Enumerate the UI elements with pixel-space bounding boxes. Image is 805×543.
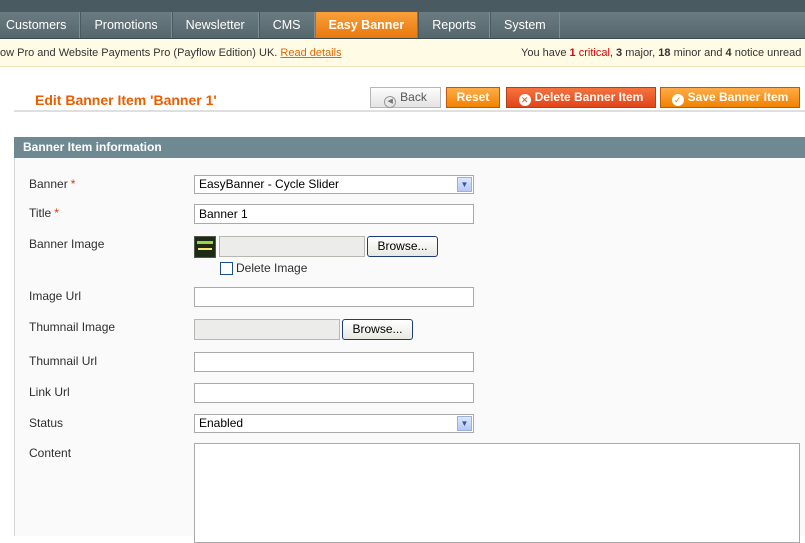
banner-select[interactable]: EasyBanner - Cycle Slider ▼ [194, 175, 474, 194]
image-url-label: Image Url [29, 289, 82, 303]
nav-item-easy-banner[interactable]: Easy Banner [314, 12, 419, 38]
thumbnail-image-label: Thumnail Image [29, 320, 116, 334]
back-arrow-icon: ◀ [384, 96, 397, 108]
fieldset-header: Banner Item information [14, 137, 805, 158]
nav-item-cms[interactable]: CMS [258, 12, 315, 38]
title-label: Title * [29, 206, 59, 220]
critical-label: critical [578, 47, 610, 59]
nav-item-newsletter[interactable]: Newsletter [171, 12, 259, 38]
save-banner-item-button[interactable]: ✓ Save Banner Item [660, 87, 800, 108]
delete-button-label: Delete Banner Item [534, 90, 644, 104]
back-button[interactable]: ◀ Back [370, 87, 441, 108]
minor-count: 18 [658, 47, 671, 59]
thumbnail-url-label: Thumnail Url [29, 354, 98, 368]
notice-count: 4 [725, 47, 732, 59]
nav-item-system[interactable]: System [490, 12, 560, 38]
reset-button[interactable]: Reset [446, 87, 500, 108]
banner-select-value: EasyBanner - Cycle Slider [199, 177, 340, 191]
chevron-down-icon: ▼ [457, 416, 472, 431]
read-details-link[interactable]: Read details [280, 47, 341, 59]
delete-banner-item-button[interactable]: ✕ Delete Banner Item [506, 87, 656, 108]
status-label: Status [29, 416, 64, 430]
banner-image-browse-button[interactable]: Browse... [367, 236, 438, 257]
thumbnail-image-file-field[interactable] [194, 319, 340, 340]
save-button-label: Save Banner Item [687, 90, 789, 104]
image-url-input[interactable] [194, 287, 474, 307]
notice-text: ow Pro and Website Payments Pro (Payflow… [0, 47, 278, 59]
thumbnail-image-browse-button[interactable]: Browse... [342, 319, 413, 340]
admin-header-strip [0, 0, 805, 12]
status-select-value: Enabled [199, 416, 244, 430]
required-mark: * [70, 177, 76, 191]
summary-prefix: You have [521, 47, 567, 59]
reset-button-label: Reset [456, 90, 490, 104]
content-textarea[interactable] [194, 443, 800, 543]
chevron-down-icon: ▼ [457, 177, 472, 192]
delete-icon: ✕ [518, 94, 531, 106]
required-mark: * [54, 206, 59, 220]
notice-label: notice unread m [734, 47, 805, 59]
minor-label: minor and [673, 47, 723, 59]
content-label: Content [29, 446, 72, 460]
title-divider [14, 110, 805, 112]
banner-image-file-field[interactable] [219, 236, 365, 257]
delete-image-checkbox[interactable] [220, 262, 233, 275]
nav-item-customers[interactable]: Customers [0, 12, 81, 38]
back-button-label: Back [400, 90, 427, 104]
link-url-input[interactable] [194, 383, 474, 403]
title-input[interactable]: Banner 1 [194, 204, 474, 224]
delete-image-label: Delete Image [236, 261, 308, 275]
notice-message: ow Pro and Website Payments Pro (Payflow… [0, 40, 342, 66]
major-label: major, [625, 47, 656, 59]
system-notice-bar: ow Pro and Website Payments Pro (Payflow… [0, 40, 805, 67]
banner-label: Banner * [29, 177, 76, 191]
nav-item-promotions[interactable]: Promotions [80, 12, 172, 38]
nav-item-reports[interactable]: Reports [418, 12, 491, 38]
banner-image-label: Banner Image [29, 237, 105, 251]
link-url-label: Link Url [29, 385, 70, 399]
major-count: 3 [616, 47, 623, 59]
main-nav: Customers Promotions Newsletter CMS Easy… [0, 12, 805, 39]
banner-image-thumbnail [194, 236, 216, 258]
notice-summary: You have 1 critical, 3 major, 18 minor a… [521, 40, 805, 66]
critical-count: 1 [569, 47, 576, 59]
checkmark-icon: ✓ [671, 94, 684, 106]
page-title: Edit Banner Item 'Banner 1' [35, 92, 217, 108]
status-select[interactable]: Enabled ▼ [194, 414, 474, 433]
thumbnail-url-input[interactable] [194, 352, 474, 372]
